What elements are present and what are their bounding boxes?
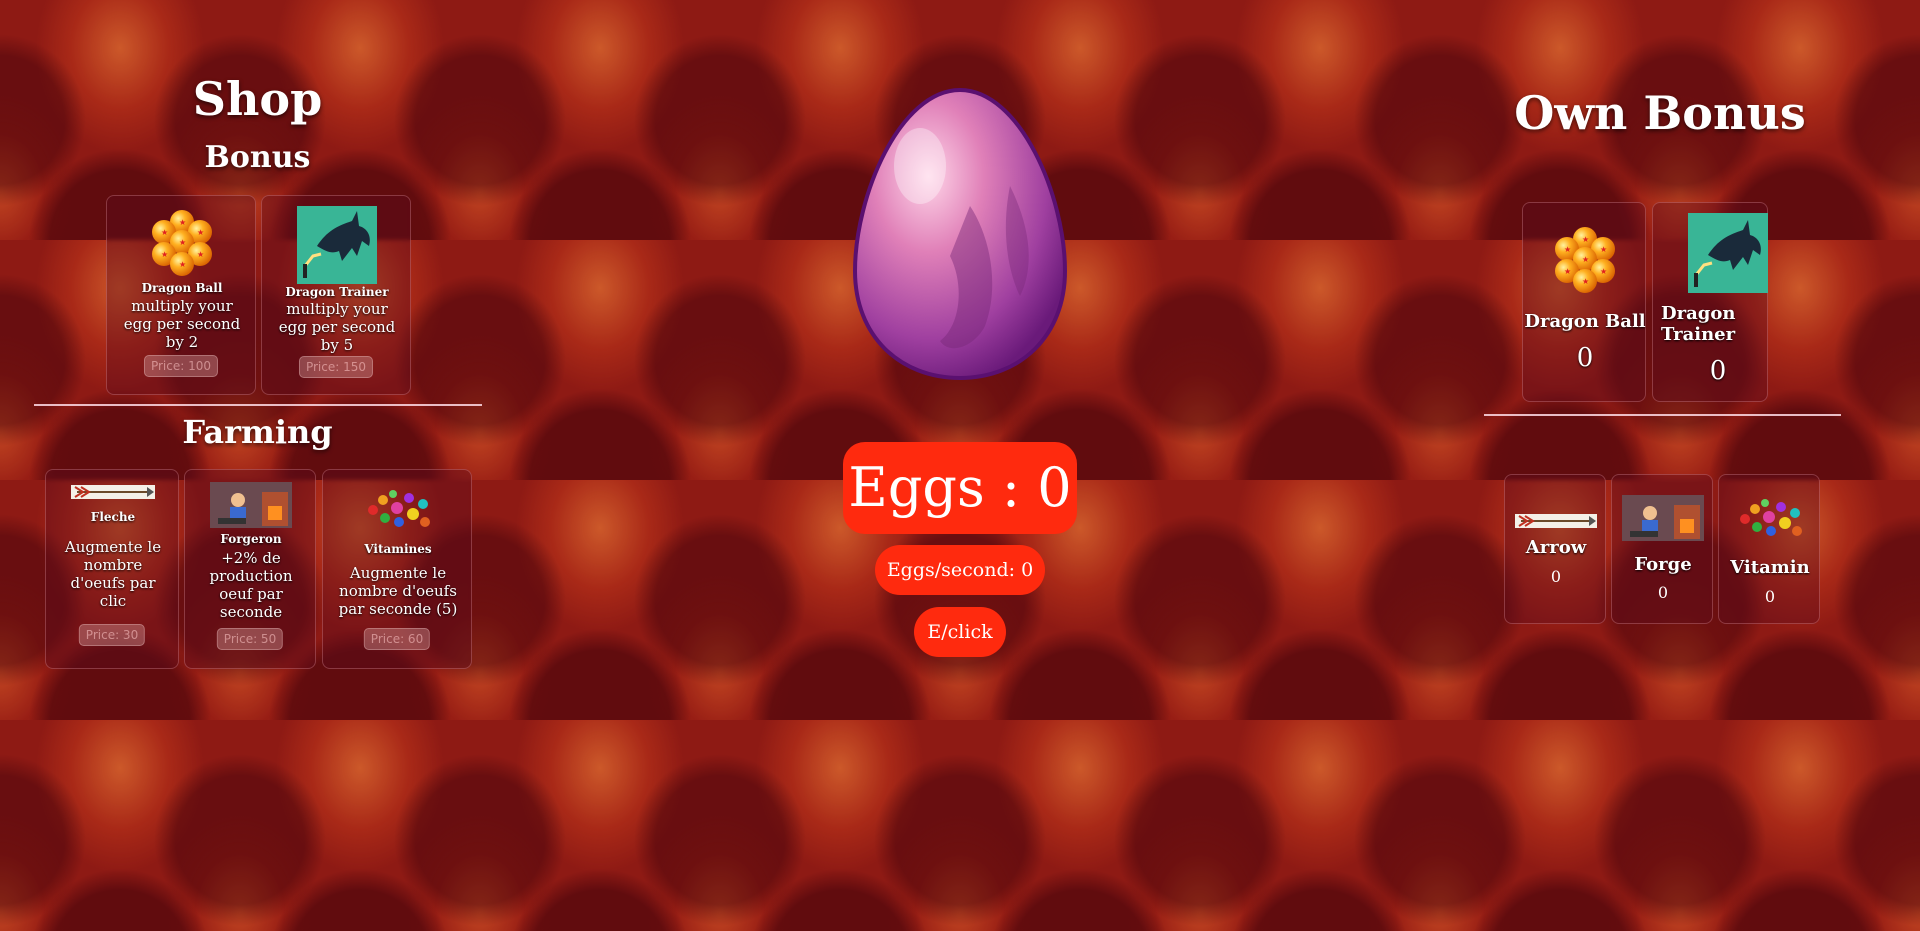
shop-card-dragon-trainer[interactable]: Dragon Trainer multiply your egg per sec…: [261, 195, 411, 395]
shop-card-forgeron[interactable]: Forgeron +2% de production oeuf par seco…: [184, 469, 316, 669]
own-item-count: 0: [1657, 583, 1669, 602]
svg-text:★: ★: [161, 228, 168, 237]
shop-item-name: Dragon Ball: [141, 281, 223, 295]
shop-item-name: Dragon Trainer: [285, 285, 389, 299]
price-button[interactable]: Price: 30: [78, 624, 146, 646]
shop-item-desc: +2% de production oeuf par seconde: [209, 549, 293, 621]
dragon-balls-icon: ★ ★ ★ ★ ★ ★ ★: [1545, 225, 1625, 295]
forge-icon: [1622, 495, 1704, 541]
shop-title: Shop: [192, 72, 323, 126]
svg-text:★: ★: [1582, 277, 1589, 286]
own-item-name: Arrow: [1525, 537, 1587, 558]
svg-text:★: ★: [1564, 245, 1571, 254]
own-item-name: Dragon Ball: [1524, 311, 1646, 332]
price-button[interactable]: Price: 100: [143, 355, 219, 377]
dragon-egg-icon[interactable]: [850, 86, 1070, 381]
arrow-icon: [71, 484, 155, 499]
own-divider: [1484, 414, 1841, 416]
svg-text:★: ★: [1600, 245, 1607, 254]
own-item-name: Vitamin: [1730, 557, 1810, 578]
own-item-count: 0: [1764, 587, 1776, 606]
own-card-dragon-trainer: Dragon Trainer 0: [1652, 202, 1768, 402]
eggs-per-click[interactable]: E/click: [914, 607, 1006, 657]
own-item-count: 0: [1576, 343, 1594, 373]
own-item-name: Dragon Trainer: [1661, 303, 1736, 345]
eggs-per-second: Eggs/second: 0: [875, 545, 1045, 595]
own-card-forge: Forge 0: [1611, 474, 1713, 624]
price-button[interactable]: Price: 60: [363, 628, 431, 650]
own-item-name: Forge: [1634, 554, 1692, 575]
eggs-counter: Eggs : 0: [843, 442, 1077, 534]
arrow-icon: [1515, 513, 1597, 528]
svg-text:★: ★: [179, 238, 186, 247]
svg-text:★: ★: [179, 218, 186, 227]
shop-card-dragon-ball[interactable]: ★ ★ ★ ★ ★ ★ ★ Dragon Ball multiply your egg p…: [106, 195, 256, 395]
svg-text:★: ★: [1582, 235, 1589, 244]
shop-divider: [34, 404, 482, 406]
shop-item-desc: multiply your egg per second by 2: [123, 297, 241, 351]
svg-text:★: ★: [197, 228, 204, 237]
svg-text:★: ★: [1600, 267, 1607, 276]
shop-item-name: Forgeron: [220, 532, 282, 546]
shop-card-vitamines[interactable]: Vitamines Augmente le nombre d'oeufs par…: [322, 469, 472, 669]
forge-icon: [210, 482, 292, 528]
own-bonus-title: Own Bonus: [1514, 86, 1806, 140]
price-button[interactable]: Price: 50: [216, 628, 284, 650]
shop-item-name: Fleche: [90, 510, 136, 524]
svg-text:★: ★: [179, 260, 186, 269]
shop-item-desc: multiply your egg per second by 5: [278, 300, 396, 354]
shop-card-fleche[interactable]: Fleche Augmente le nombre d'oeufs par cl…: [45, 469, 179, 669]
dragon-balls-icon: ★ ★ ★ ★ ★ ★ ★: [142, 208, 222, 278]
bonus-title: Bonus: [204, 140, 311, 175]
svg-text:★: ★: [1564, 267, 1571, 276]
own-item-count: 0: [1709, 356, 1727, 386]
dragon-trainer-icon: [1688, 213, 1768, 293]
shop-item-desc: Augmente le nombre d'oeufs par clic: [64, 538, 162, 610]
own-card-dragon-ball: ★ ★ ★ ★ ★ ★ ★ Dragon Ball 0: [1522, 202, 1646, 402]
vitamins-icon: [1735, 499, 1805, 539]
shop-item-name: Vitamines: [364, 542, 432, 556]
own-card-arrow: Arrow 0: [1504, 474, 1606, 624]
vitamins-icon: [363, 490, 433, 530]
svg-text:★: ★: [1582, 255, 1589, 264]
svg-text:★: ★: [161, 250, 168, 259]
price-button[interactable]: Price: 150: [298, 356, 374, 378]
farming-title: Farming: [182, 413, 333, 451]
own-item-count: 0: [1550, 567, 1562, 586]
own-card-vitamin: Vitamin 0: [1718, 474, 1820, 624]
svg-text:★: ★: [197, 250, 204, 259]
dragon-trainer-icon: [297, 206, 377, 284]
shop-item-desc: Augmente le nombre d'oeufs par seconde (…: [338, 564, 458, 618]
